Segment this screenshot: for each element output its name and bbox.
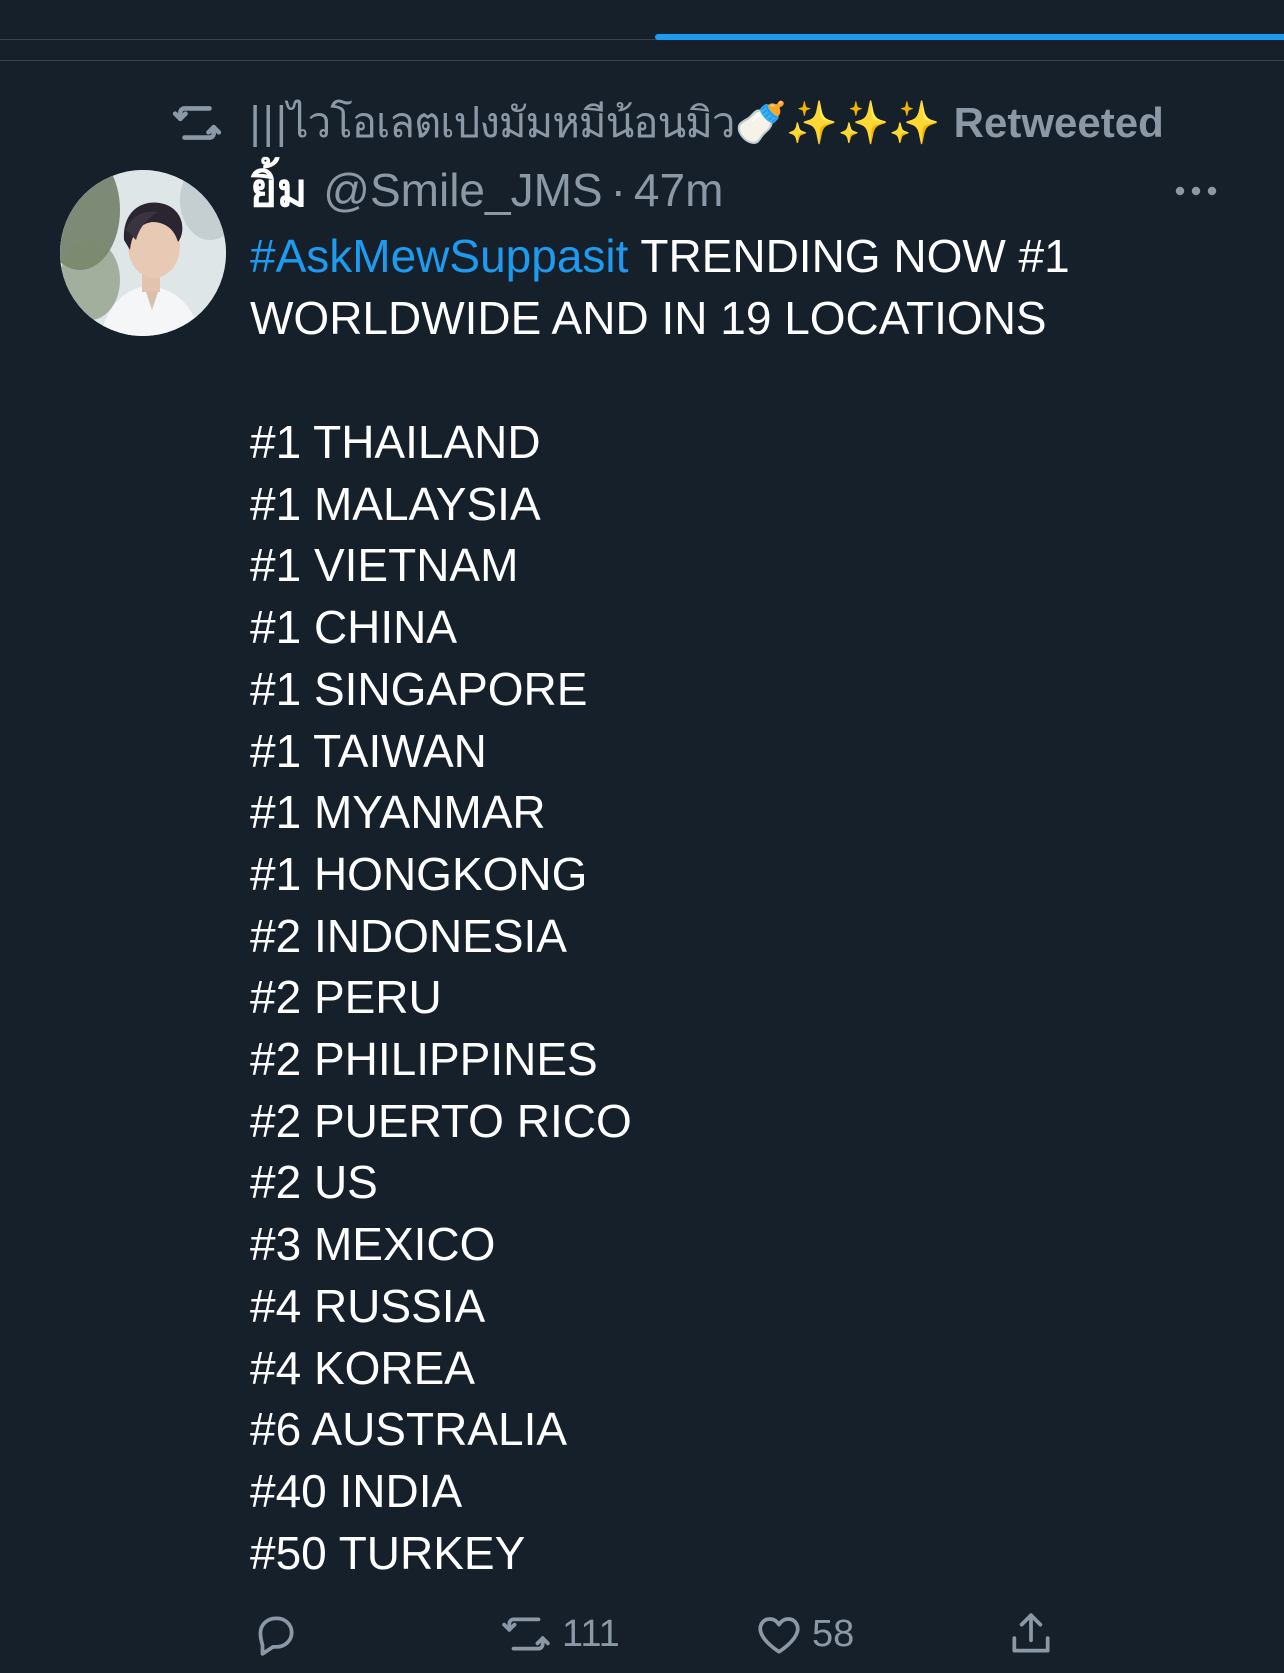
ranking-list: #1 THAILAND #1 MALAYSIA #1 VIETNAM #1 CHINA… (250, 412, 632, 1584)
ranking-item: #1 CHINA (250, 601, 458, 654)
section-divider (0, 60, 1284, 61)
ranking-item: #2 PERU (250, 971, 442, 1024)
retweet-context[interactable]: |||ไวโอเลตเปงมัมหมีน้อนมิว🍼✨✨✨ Retweeted (168, 92, 1164, 154)
ranking-item: #1 MALAYSIA (250, 477, 541, 530)
ranking-item: #50 TURKEY (250, 1526, 526, 1579)
ranking-item: #2 US (250, 1156, 378, 1209)
ranking-item: #1 SINGAPORE (250, 662, 588, 715)
tweet-text: #AskMewSuppasit TRENDING NOW #1 WORLDWID… (250, 226, 1150, 350)
ranking-item: #1 VIETNAM (250, 539, 519, 592)
reply-button[interactable] (250, 1604, 300, 1664)
ranking-item: #1 MYANMAR (250, 786, 546, 839)
user-avatar[interactable] (60, 170, 226, 336)
tweet-actions: 111 58 (0, 1604, 1284, 1664)
user-handle[interactable]: @Smile_JMS (323, 163, 602, 217)
ranking-item: #40 INDIA (250, 1464, 463, 1517)
share-icon (1006, 1609, 1056, 1659)
tweet-timestamp[interactable]: 47m (634, 163, 723, 217)
ranking-item: #4 RUSSIA (250, 1279, 486, 1332)
ranking-item: #3 MEXICO (250, 1218, 496, 1271)
retweet-button[interactable]: 111 (498, 1604, 620, 1664)
ranking-item: #2 PHILIPPINES (250, 1033, 598, 1086)
top-tab-bar (0, 0, 1284, 40)
share-button[interactable] (1006, 1604, 1056, 1664)
like-button[interactable]: 58 (754, 1604, 854, 1664)
header-separator: · (610, 164, 626, 216)
more-options-icon[interactable] (1172, 178, 1220, 204)
heart-icon (754, 1609, 804, 1659)
ranking-item: #6 AUSTRALIA (250, 1403, 568, 1456)
ranking-item: #1 HONGKONG (250, 847, 588, 900)
retweeted-label: Retweeted (953, 99, 1164, 146)
retweet-icon (498, 1609, 554, 1659)
ranking-item: #2 PUERTO RICO (250, 1094, 632, 1147)
like-count: 58 (812, 1612, 855, 1655)
ranking-item: #4 KOREA (250, 1341, 475, 1394)
display-name[interactable]: ยิ้ม (250, 154, 307, 227)
hashtag-link[interactable]: #AskMewSuppasit (250, 230, 628, 282)
tweet-header: ยิ้ม @Smile_JMS · 47m (250, 162, 723, 218)
ranking-item: #2 INDONESIA (250, 909, 567, 962)
active-tab-indicator[interactable] (655, 34, 1284, 40)
reply-icon (250, 1609, 300, 1659)
retweet-count: 111 (562, 1612, 620, 1655)
ranking-item: #1 THAILAND (250, 416, 541, 468)
ranking-item: #1 TAIWAN (250, 724, 487, 777)
retweeter-name[interactable]: |||ไวโอเลตเปงมัมหมีน้อนมิว🍼✨✨✨ (248, 90, 941, 156)
retweet-icon (168, 98, 226, 148)
